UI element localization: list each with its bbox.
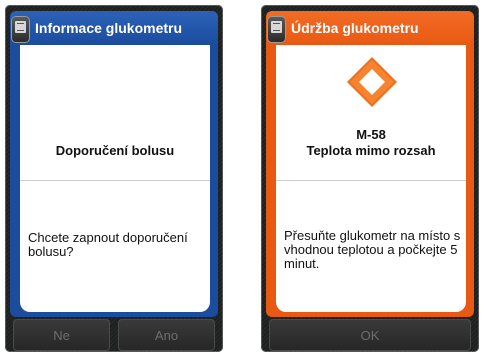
meter-icon <box>12 17 29 42</box>
message-panel: M-58 Teplota mimo rozsah Přesuňte glukom… <box>276 45 466 312</box>
divider <box>20 180 210 181</box>
screen-title: Informace glukometru <box>35 20 183 36</box>
ok-button[interactable]: OK <box>269 319 471 351</box>
no-button[interactable]: Ne <box>13 319 110 351</box>
divider <box>276 180 466 181</box>
message-panel: Doporučení bolusu Chcete zapnout doporuč… <box>20 45 210 312</box>
yes-button[interactable]: Ano <box>118 319 215 351</box>
warning-diamond-icon <box>347 57 397 107</box>
error-code: M-58 <box>356 127 386 142</box>
bolus-info-screen: Informace glukometru Doporučení bolusu C… <box>5 5 223 352</box>
meter-maintenance-screen: Údržba glukometru M-58 Teplota mimo rozs… <box>261 5 479 352</box>
message-body: Chcete zapnout doporučení bolusu? <box>28 230 188 259</box>
meter-icon <box>268 17 285 42</box>
screen-title: Údržba glukometru <box>291 20 419 36</box>
message-heading: Teplota mimo rozsah <box>306 143 436 158</box>
message-body: Přesuňte glukometr na místo s vhodnou te… <box>284 228 461 271</box>
message-heading: Doporučení bolusu <box>55 143 175 158</box>
